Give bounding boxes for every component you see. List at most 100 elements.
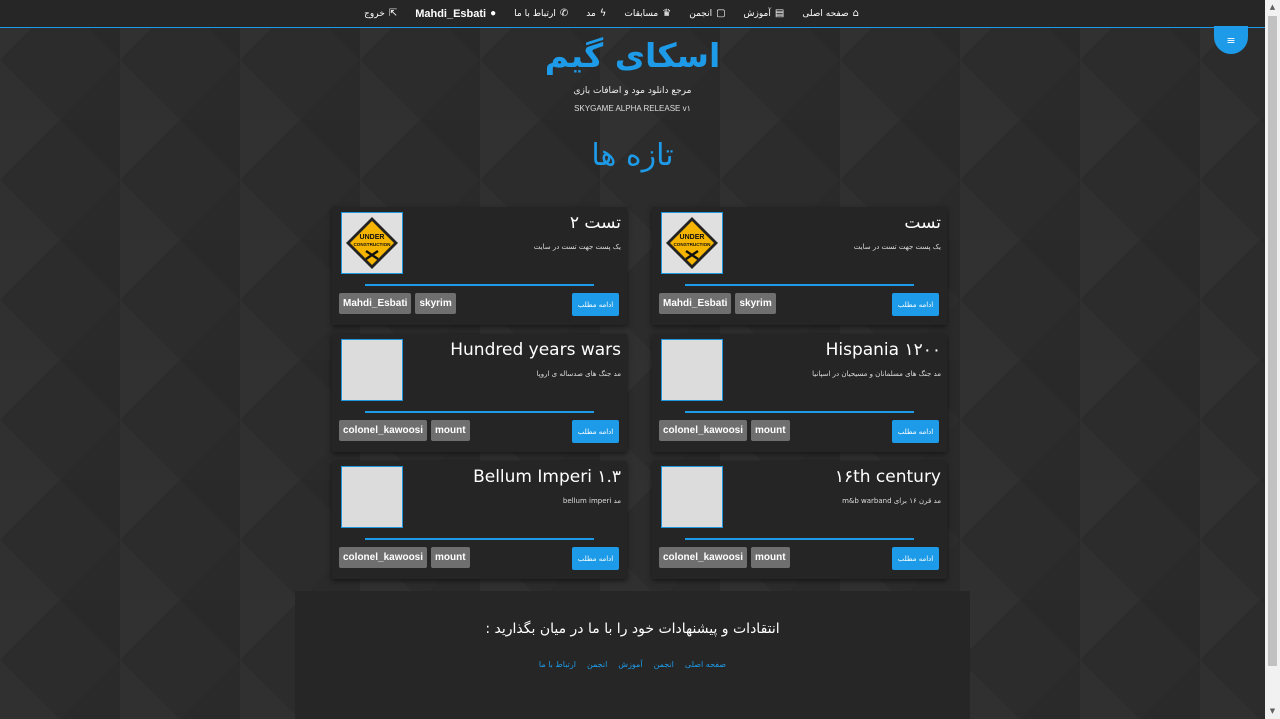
post-thumbnail[interactable]	[341, 466, 403, 528]
nav-item-label: آموزش	[743, 8, 771, 19]
svg-text:UNDER: UNDER	[360, 234, 385, 241]
post-description: مد جنگ های صدساله ی اروپا	[536, 370, 621, 378]
read-more-button[interactable]: ادامه مطلب	[892, 293, 939, 316]
nav-item-contact[interactable]: ✆ ارتباط با ما	[514, 8, 568, 19]
post-tags: colonel_kawoosi mount	[339, 420, 470, 441]
post-tags: colonel_kawoosi mount	[339, 547, 470, 568]
newspaper-icon: ▤	[774, 8, 785, 19]
release-label: SKYGAME ALPHA RELEASE v۱	[574, 104, 691, 113]
post-divider	[365, 284, 594, 286]
read-more-button[interactable]: ادامه مطلب	[572, 293, 619, 316]
post-card: ۱۶th century مد قرن ۱۶ برای m&b warband …	[652, 461, 947, 579]
nav-item-label: ارتباط با ما	[514, 8, 556, 19]
under-construction-icon: UNDER CONSTRUCTION	[666, 217, 718, 269]
nav-item-label: انجمن	[689, 8, 713, 19]
post-title[interactable]: Bellum Imperi ۱.۳	[473, 467, 621, 487]
nav-item-label: Mahdi_Esbati	[415, 7, 487, 20]
read-more-button[interactable]: ادامه مطلب	[892, 547, 939, 570]
site-subtitle: مرجع دانلود مود و اضافات بازی	[573, 86, 692, 96]
post-description: یک پست جهت تست در سایت	[853, 243, 941, 251]
tag-author[interactable]: colonel_kawoosi	[339, 420, 428, 441]
tag-category[interactable]: skyrim	[735, 293, 776, 314]
trophy-icon: ♛	[662, 8, 672, 19]
post-divider	[365, 538, 594, 540]
tag-category[interactable]: mount	[751, 420, 790, 441]
footer-link-home[interactable]: صفحه اصلی	[685, 660, 726, 669]
svg-text:CONSTRUCTION: CONSTRUCTION	[353, 242, 391, 247]
post-description: یک پست جهت تست در سایت	[533, 243, 621, 251]
post-tags: Mahdi_Esbati skyrim	[339, 293, 456, 314]
post-tags: Mahdi_Esbati skyrim	[659, 293, 776, 314]
post-divider	[685, 538, 914, 540]
bolt-icon: ϟ	[599, 8, 607, 19]
post-card: UNDER CONSTRUCTION تست یک پست جهت تست در…	[652, 207, 947, 325]
post-card: Hispania ۱۲۰۰ مد جنگ های مسلمانان و مسیح…	[652, 334, 947, 452]
post-title[interactable]: ۱۶th century	[835, 467, 941, 487]
post-description: مد bellum imperi	[562, 497, 621, 505]
post-thumbnail[interactable]: UNDER CONSTRUCTION	[341, 212, 403, 274]
svg-text:UNDER: UNDER	[680, 234, 705, 241]
tag-category[interactable]: mount	[431, 547, 470, 568]
nav-item-competitions[interactable]: ♛ مسابقات	[624, 8, 671, 19]
post-divider	[685, 411, 914, 413]
nav-item-forum[interactable]: ▢ انجمن	[689, 8, 725, 19]
post-divider	[685, 284, 914, 286]
tag-category[interactable]: mount	[431, 420, 470, 441]
main-nav: ⌂ صفحه اصلی ▤ آموزش ▢ انجمن ♛ مسابقات ϟ …	[364, 0, 859, 27]
top-navbar: ⌂ صفحه اصلی ▤ آموزش ▢ انجمن ♛ مسابقات ϟ …	[0, 0, 1265, 28]
tag-author[interactable]: colonel_kawoosi	[339, 547, 428, 568]
scroll-down-arrow-icon[interactable]: ▼	[1265, 704, 1280, 719]
nav-item-user[interactable]: ● Mahdi_Esbati	[415, 8, 496, 20]
post-divider	[365, 411, 594, 413]
section-title: تازه ها	[591, 138, 674, 173]
footer-link-forum-2[interactable]: انجمن	[587, 660, 607, 669]
post-card: Bellum Imperi ۱.۳ مد bellum imperi colon…	[332, 461, 627, 579]
nav-item-label: صفحه اصلی	[802, 8, 849, 19]
site-title: اسکای گیم	[544, 36, 721, 75]
chat-icon: ▢	[716, 8, 726, 19]
tag-author[interactable]: Mahdi_Esbati	[339, 293, 412, 314]
read-more-button[interactable]: ادامه مطلب	[892, 420, 939, 443]
nav-item-label: مسابقات	[624, 8, 659, 19]
nav-item-mods[interactable]: ϟ مد	[586, 8, 606, 19]
post-thumbnail[interactable]	[661, 339, 723, 401]
post-title[interactable]: تست ۲	[570, 213, 621, 233]
nav-item-logout[interactable]: ⇱ خروج	[364, 8, 397, 19]
footer: انتقادات و پیشنهادات خود را با ما در میا…	[295, 591, 970, 719]
nav-item-label: خروج	[364, 8, 385, 19]
post-card: Hundred years wars مد جنگ های صدساله ی ا…	[332, 334, 627, 452]
post-tags: colonel_kawoosi mount	[659, 547, 790, 568]
post-tags: colonel_kawoosi mount	[659, 420, 790, 441]
external-link-icon: ⇱	[388, 8, 398, 19]
footer-link-contact[interactable]: ارتباط با ما	[539, 660, 576, 669]
footer-link-forum[interactable]: انجمن	[654, 660, 674, 669]
vertical-scrollbar[interactable]: ▲ ▼	[1265, 0, 1280, 719]
user-icon: ●	[490, 8, 497, 19]
svg-text:CONSTRUCTION: CONSTRUCTION	[673, 242, 711, 247]
read-more-button[interactable]: ادامه مطلب	[572, 420, 619, 443]
tag-author[interactable]: Mahdi_Esbati	[659, 293, 732, 314]
post-title[interactable]: تست	[904, 213, 941, 233]
footer-feedback-text: انتقادات و پیشنهادات خود را با ما در میا…	[485, 621, 780, 637]
post-title[interactable]: Hundred years wars	[450, 340, 621, 360]
tag-author[interactable]: colonel_kawoosi	[659, 420, 748, 441]
scrollbar-thumb[interactable]	[1268, 16, 1277, 666]
post-thumbnail[interactable]	[341, 339, 403, 401]
scroll-up-arrow-icon[interactable]: ▲	[1265, 0, 1280, 15]
tag-author[interactable]: colonel_kawoosi	[659, 547, 748, 568]
nav-item-home[interactable]: ⌂ صفحه اصلی	[802, 8, 859, 19]
post-description: مد قرن ۱۶ برای m&b warband	[842, 497, 941, 505]
nav-item-tutorials[interactable]: ▤ آموزش	[744, 8, 785, 19]
tag-category[interactable]: mount	[751, 547, 790, 568]
home-icon: ⌂	[852, 8, 859, 19]
post-card: UNDER CONSTRUCTION تست ۲ یک پست جهت تست …	[332, 207, 627, 325]
post-thumbnail[interactable]	[661, 466, 723, 528]
read-more-button[interactable]: ادامه مطلب	[572, 547, 619, 570]
post-title[interactable]: Hispania ۱۲۰۰	[826, 340, 941, 360]
under-construction-icon: UNDER CONSTRUCTION	[346, 217, 398, 269]
nav-item-label: مد	[586, 8, 596, 19]
footer-link-tutorials[interactable]: آموزش	[618, 660, 642, 669]
post-thumbnail[interactable]: UNDER CONSTRUCTION	[661, 212, 723, 274]
tag-category[interactable]: skyrim	[415, 293, 456, 314]
footer-links: صفحه اصلی انجمن آموزش انجمن ارتباط با ما	[295, 660, 970, 669]
